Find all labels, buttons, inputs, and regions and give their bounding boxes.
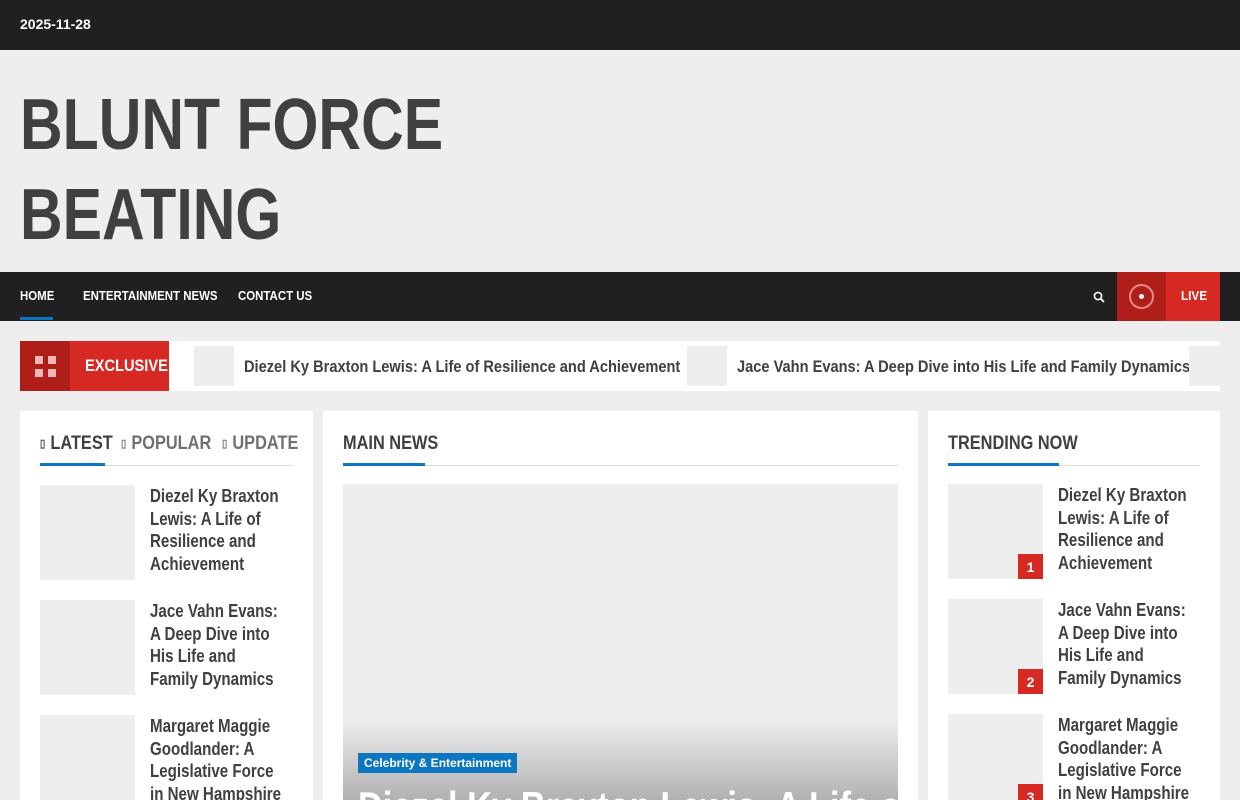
tab-popular-label: POPULAR xyxy=(131,433,212,454)
post-thumbnail[interactable] xyxy=(40,485,135,580)
nav-item-entertainment-news[interactable]: ENTERTAINMENT NEWS xyxy=(83,288,218,303)
rank-badge: 3 xyxy=(1018,784,1043,800)
tab-popular[interactable]: ▯ POPULAR xyxy=(121,433,211,455)
post-title[interactable]: Diezel Ky Braxton Lewis: A Life of Resil… xyxy=(1058,484,1192,574)
post-thumbnail[interactable] xyxy=(40,715,135,800)
ticker-item[interactable]: Jace Vahn Evans: A Deep Dive into His Li… xyxy=(687,346,1190,386)
ticker-thumbnail[interactable] xyxy=(687,346,727,386)
featured-post[interactable]: Celebrity & Entertainment Diezel Ky Brax… xyxy=(343,484,898,800)
ticker-thumbnail[interactable] xyxy=(194,346,234,386)
section-title: MAIN NEWS xyxy=(343,433,439,454)
featured-post-title[interactable]: Diezel Ky Braxton Lewis: A Life of xyxy=(358,782,898,800)
section-title: TRENDING NOW xyxy=(948,433,1078,454)
post-title[interactable]: Jace Vahn Evans: A Deep Dive into His Li… xyxy=(150,600,284,690)
ticker-label-text: EXCLUSIVE xyxy=(85,356,168,375)
ticker-item-title[interactable]: Jace Vahn Evans: A Deep Dive into His Li… xyxy=(737,357,1190,377)
trending-now-panel: TRENDING NOW 1 Diezel Ky Braxton Lewis: … xyxy=(928,411,1220,800)
ticker-item[interactable] xyxy=(1189,346,1220,386)
trending-item[interactable]: 3 Margaret Maggie Goodlander: A Legislat… xyxy=(948,714,1203,800)
rank-badge: 1 xyxy=(1018,554,1043,579)
tab-update[interactable]: ▯ UPDATE xyxy=(222,433,298,455)
site-title-line-2[interactable]: BEATING xyxy=(20,170,479,260)
category-badge[interactable]: Celebrity & Entertainment xyxy=(358,753,518,773)
clock-icon: ▯ xyxy=(40,438,46,450)
trending-item[interactable]: 2 Jace Vahn Evans: A Deep Dive into His … xyxy=(948,599,1203,694)
exclusive-ticker: EXCLUSIVE Diezel Ky Braxton Lewis: A Lif… xyxy=(20,341,1220,391)
post-title[interactable]: Margaret Maggie Goodlander: A Legislativ… xyxy=(1058,714,1192,800)
nav-item-home[interactable]: HOME xyxy=(20,288,54,303)
main-news-panel: MAIN NEWS Celebrity & Entertainment Diez… xyxy=(323,411,918,800)
ticker-item[interactable]: Diezel Ky Braxton Lewis: A Life of Resil… xyxy=(194,346,680,386)
active-nav-indicator xyxy=(20,317,53,320)
list-item[interactable]: Margaret Maggie Goodlander: A Legislativ… xyxy=(40,715,295,800)
section-title-underline xyxy=(343,463,425,466)
section-title-underline xyxy=(948,463,1059,466)
active-tab-indicator xyxy=(40,463,105,466)
post-title[interactable]: Diezel Ky Braxton Lewis: A Life of Resil… xyxy=(150,485,284,575)
live-icon xyxy=(1117,272,1166,321)
refresh-icon: ▯ xyxy=(222,438,228,450)
site-title[interactable]: BLUNT FORCE BEATING xyxy=(20,80,479,260)
top-bar: 2025-11-28 xyxy=(0,0,1240,50)
nav-item-contact-us[interactable]: CONTACT US xyxy=(238,288,312,303)
live-button[interactable]: LIVE xyxy=(1117,272,1220,321)
fire-icon: ▯ xyxy=(121,438,127,450)
post-thumbnail[interactable] xyxy=(40,600,135,695)
site-title-line-1[interactable]: BLUNT FORCE xyxy=(20,80,479,170)
current-date: 2025-11-28 xyxy=(20,16,91,32)
post-title[interactable]: Jace Vahn Evans: A Deep Dive into His Li… xyxy=(1058,599,1192,689)
post-tabs: ▯ LATEST ▯ POPULAR ▯ UPDATE xyxy=(40,431,298,466)
trending-now-header: TRENDING NOW xyxy=(948,431,1200,466)
search-icon xyxy=(1093,291,1105,303)
list-item[interactable]: Diezel Ky Braxton Lewis: A Life of Resil… xyxy=(40,485,295,580)
grid-icon xyxy=(20,341,70,391)
masthead: BLUNT FORCE BEATING xyxy=(0,50,1240,272)
latest-popular-update-panel: ▯ LATEST ▯ POPULAR ▯ UPDATE Diezel Ky Braxt… xyxy=(20,411,313,800)
post-title[interactable]: Margaret Maggie Goodlander: A Legislativ… xyxy=(150,715,284,800)
rank-badge: 2 xyxy=(1018,669,1043,694)
tab-latest-label: LATEST xyxy=(50,433,113,454)
live-label: LIVE xyxy=(1181,288,1208,303)
tab-latest[interactable]: ▯ LATEST xyxy=(40,433,113,455)
main-news-header: MAIN NEWS xyxy=(343,431,898,466)
list-item[interactable]: Jace Vahn Evans: A Deep Dive into His Li… xyxy=(40,600,295,695)
trending-item[interactable]: 1 Diezel Ky Braxton Lewis: A Life of Res… xyxy=(948,484,1203,579)
tab-update-label: UPDATE xyxy=(232,433,299,454)
ticker-thumbnail[interactable] xyxy=(1189,346,1220,386)
ticker-item-title[interactable]: Diezel Ky Braxton Lewis: A Life of Resil… xyxy=(244,357,680,377)
main-navigation: HOME ENTERTAINMENT NEWS CONTACT US LIVE xyxy=(0,272,1240,321)
ticker-label: EXCLUSIVE xyxy=(20,341,169,391)
search-button[interactable] xyxy=(1090,286,1108,306)
